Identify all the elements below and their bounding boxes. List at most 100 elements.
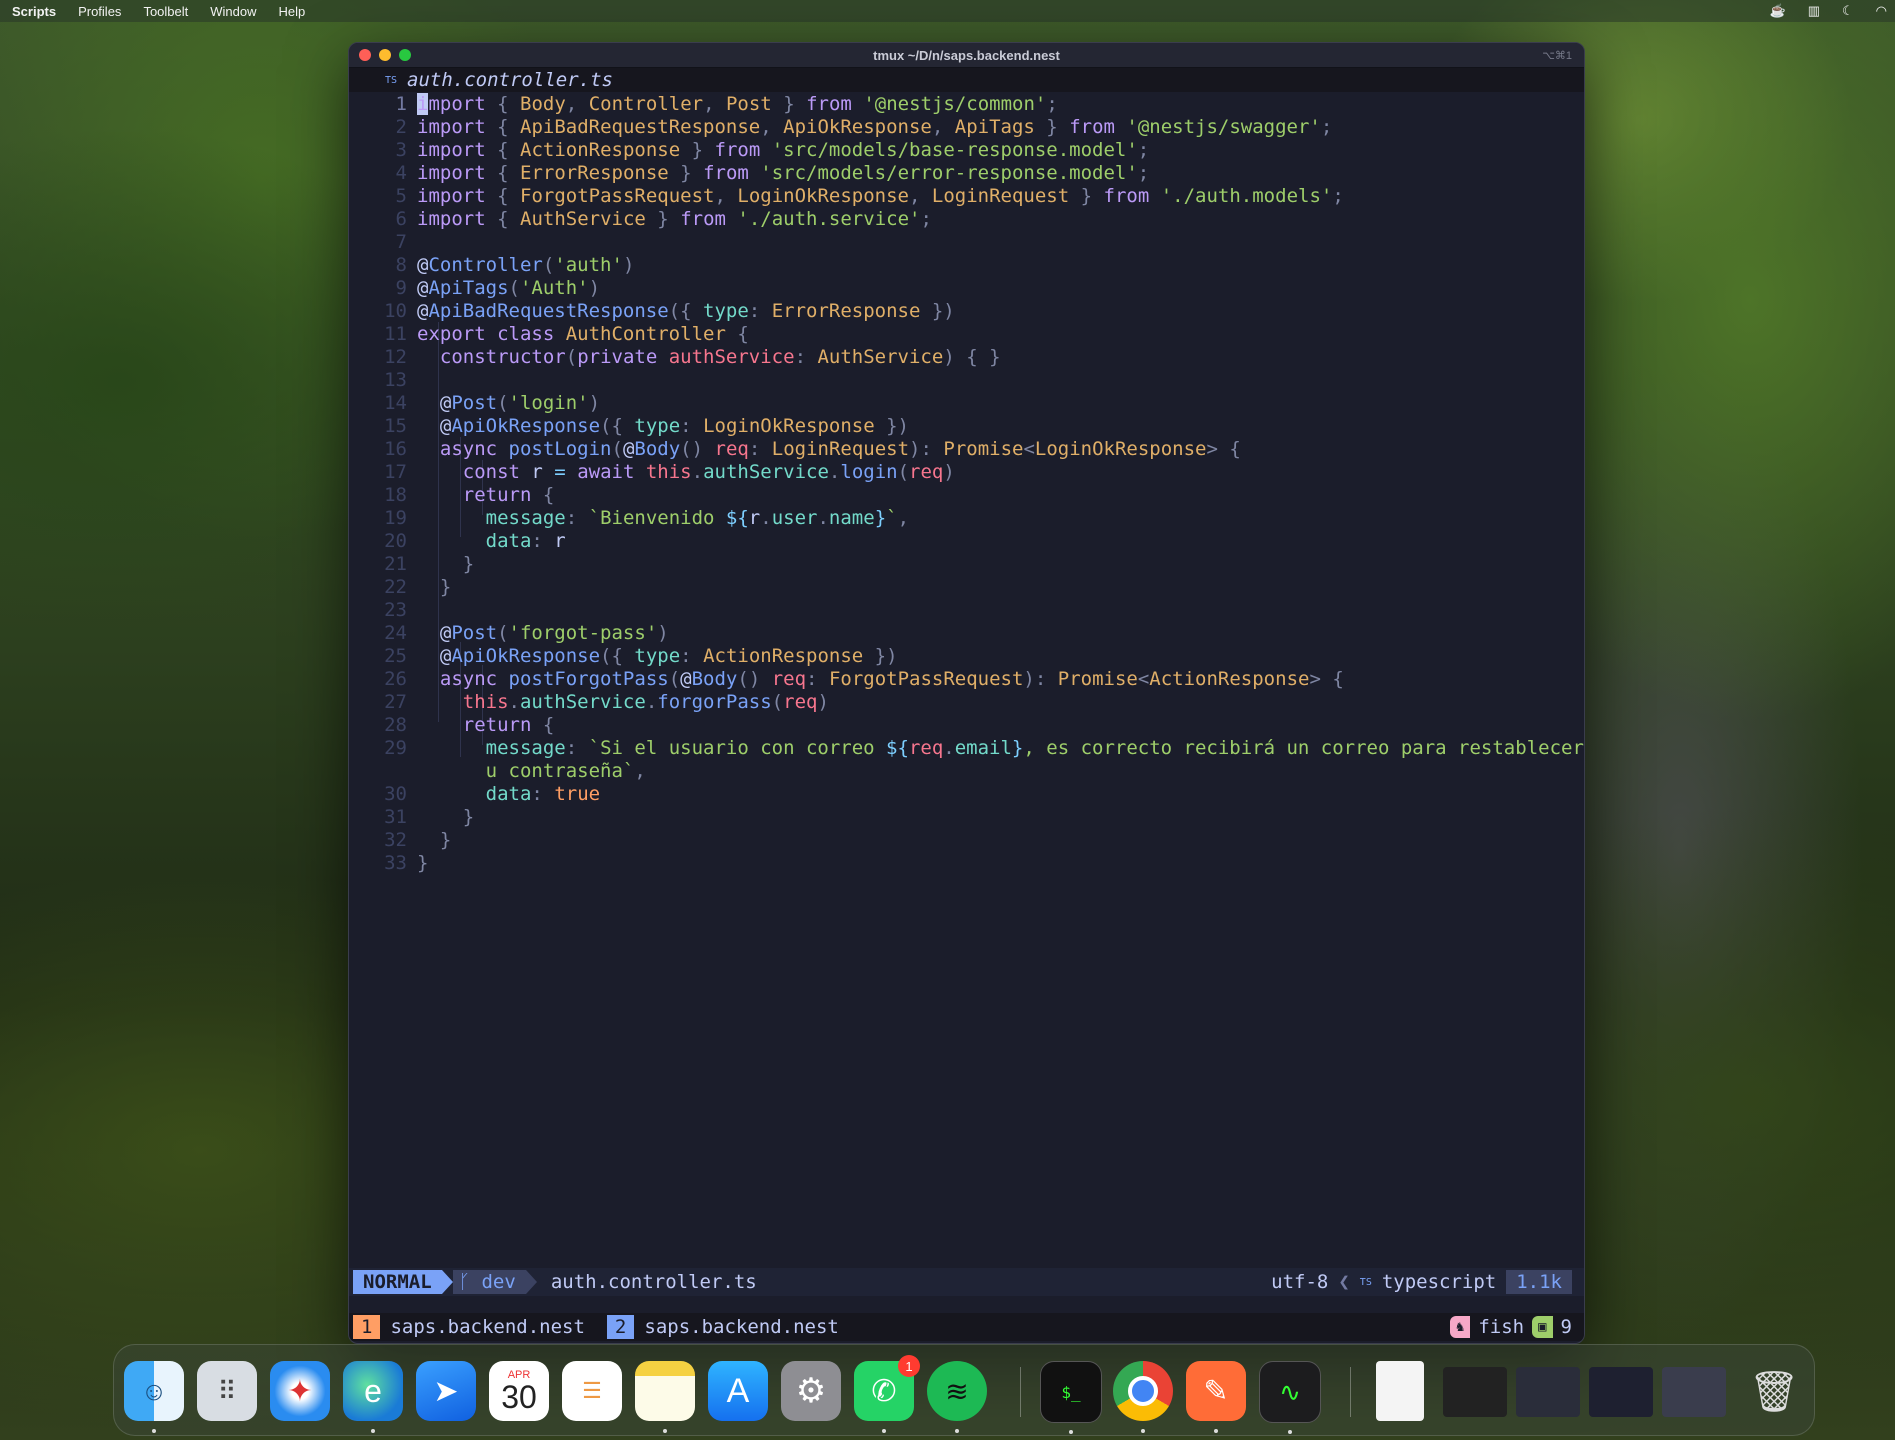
line-number: 7 — [395, 231, 407, 253]
app-store-icon[interactable]: A — [708, 1361, 768, 1421]
code-line: 25 @ApiOkResponse({ type: ActionResponse… — [349, 645, 1584, 668]
dock-separator — [1020, 1367, 1021, 1417]
window-name: saps.backend.nest — [390, 1316, 585, 1338]
spark-mail-icon[interactable]: ➤ — [416, 1361, 476, 1421]
code-line: 30 data: true — [349, 783, 1584, 806]
line-number: 16 — [384, 438, 407, 460]
minimized-window-thumbnail[interactable] — [1662, 1367, 1726, 1417]
line-number: 20 — [384, 530, 407, 552]
menu-bar: Scripts Profiles Toolbelt Window Help ☕ … — [0, 0, 1895, 22]
code-line: 16 async postLogin(@Body() req: LoginReq… — [349, 438, 1584, 461]
line-number: 23 — [384, 599, 407, 621]
code-line: 32 } — [349, 829, 1584, 852]
code-line: 31 } — [349, 806, 1584, 829]
tmux-statusbar: 1 saps.backend.nest 2 saps.backend.nest … — [349, 1313, 1584, 1341]
code-line: 20 data: r — [349, 530, 1584, 553]
moon-icon[interactable]: ☾ — [1842, 3, 1854, 19]
launchpad-icon[interactable]: ⠿ — [197, 1361, 257, 1421]
chrome-icon[interactable] — [1113, 1361, 1173, 1433]
line-number: 3 — [395, 139, 407, 161]
chevron-left-icon: ❮ — [1338, 1271, 1350, 1293]
line-number: 4 — [395, 162, 407, 184]
person-icon: ♞ — [1449, 1316, 1471, 1338]
line-number: 30 — [384, 783, 407, 805]
code-area[interactable]: 1 import { Body, Controller, Post } from … — [349, 92, 1584, 875]
safari-icon[interactable]: ✦ — [270, 1361, 330, 1421]
line-number: 19 — [384, 507, 407, 529]
postman-icon[interactable]: ✎ — [1186, 1361, 1246, 1433]
code-line: 9 @ApiTags('Auth') — [349, 277, 1584, 300]
code-line: 23 — [349, 599, 1584, 622]
code-line: 15 @ApiOkResponse({ type: LoginOkRespons… — [349, 415, 1584, 438]
calendar-icon[interactable]: APR 30 — [489, 1361, 549, 1421]
whatsapp-icon[interactable]: ✆ 1 — [854, 1355, 920, 1433]
window-name: saps.backend.nest — [644, 1316, 839, 1338]
line-number: 18 — [384, 484, 407, 506]
tmux-window-2[interactable]: 2 saps.backend.nest — [606, 1315, 849, 1339]
code-line: 19 message: `Bienvenido ${r.user.name}`, — [349, 507, 1584, 530]
line-number: 22 — [384, 576, 407, 598]
minimized-window-thumbnail[interactable] — [1516, 1367, 1580, 1417]
code-line: 12 constructor(private authService: Auth… — [349, 346, 1584, 369]
code-line: 33} — [349, 852, 1584, 875]
sidebar-icon[interactable]: ▥ — [1808, 3, 1820, 19]
spotify-icon[interactable]: ≋ — [927, 1361, 987, 1433]
menu-help[interactable]: Help — [268, 4, 317, 19]
line-number: 17 — [384, 461, 407, 483]
wifi-icon[interactable]: ◠ — [1876, 3, 1887, 19]
document-icon[interactable] — [1376, 1361, 1424, 1421]
pane-count: 9 — [1560, 1316, 1572, 1338]
vim-statusline: NORMAL ᚴ dev auth.controller.ts utf-8 ❮ … — [349, 1268, 1584, 1296]
status-filename: auth.controller.ts — [550, 1271, 757, 1293]
line-number: 15 — [384, 415, 407, 437]
buffer-tab[interactable]: auth.controller.ts — [407, 69, 613, 91]
activity-monitor-icon[interactable]: ∿ — [1259, 1361, 1321, 1434]
dock: ☺ ⠿ ✦ e ➤ APR 30 ☰ A ⚙ ✆ 1 ≋ $_ ✎ ∿ 🗑 — [113, 1344, 1815, 1436]
trash-icon[interactable]: 🗑 — [1744, 1361, 1804, 1421]
edge-icon[interactable]: e — [343, 1361, 403, 1433]
branch-icon: ᚴ — [458, 1271, 482, 1293]
line-number: 33 — [384, 852, 407, 874]
line-number: 24 — [384, 622, 407, 644]
code-line: 7 — [349, 231, 1584, 254]
code-line: 4 import { ErrorResponse } from 'src/mode… — [349, 162, 1584, 185]
code-line: 8 @Controller('auth') — [349, 254, 1584, 277]
code-line: 24 @Post('forgot-pass') — [349, 622, 1584, 645]
code-line: 2 import { ApiBadRequestResponse, ApiOkRe… — [349, 116, 1584, 139]
code-line: 28 return { — [349, 714, 1584, 737]
code-line: 10 @ApiBadRequestResponse({ type: ErrorRe… — [349, 300, 1584, 323]
calendar-day: 30 — [501, 1379, 537, 1415]
line-number: 31 — [384, 806, 407, 828]
minimized-window-thumbnail[interactable] — [1443, 1367, 1507, 1417]
shell-name: fish — [1478, 1316, 1525, 1338]
line-number: 2 — [395, 116, 407, 138]
window-index: 2 — [606, 1315, 635, 1339]
menu-profiles[interactable]: Profiles — [67, 4, 132, 19]
code-editor[interactable]: TS auth.controller.ts 1 import { Body, Co… — [349, 68, 1584, 875]
minimized-window-thumbnail[interactable] — [1589, 1367, 1653, 1417]
system-settings-icon[interactable]: ⚙ — [781, 1361, 841, 1421]
menu-scripts[interactable]: Scripts — [0, 4, 67, 19]
menu-toolbelt[interactable]: Toolbelt — [132, 4, 199, 19]
coffee-icon[interactable]: ☕ — [1770, 3, 1786, 19]
line-number: 9 — [395, 277, 407, 299]
terminal-app-icon[interactable]: $_ — [1040, 1361, 1102, 1434]
menu-window[interactable]: Window — [199, 4, 267, 19]
finder-icon[interactable]: ☺ — [124, 1361, 184, 1433]
git-branch: ᚴ dev — [452, 1270, 526, 1294]
mode-indicator: NORMAL — [353, 1270, 442, 1294]
title-bar: tmux ~/D/n/saps.backend.nest ⌥⌘1 — [349, 43, 1584, 68]
code-line: 1 import { Body, Controller, Post } from … — [349, 93, 1584, 116]
status-right: utf-8 ❮ TS typescript 1.1k — [1271, 1270, 1572, 1294]
code-line: 26 async postForgotPass(@Body() req: For… — [349, 668, 1584, 691]
line-number: 1 — [395, 93, 407, 115]
tmux-window-1[interactable]: 1 saps.backend.nest — [349, 1315, 595, 1339]
notification-badge: 1 — [898, 1355, 920, 1377]
dock-separator — [1350, 1367, 1351, 1417]
reminders-icon[interactable]: ☰ — [562, 1361, 622, 1421]
line-number: 28 — [384, 714, 407, 736]
notes-icon[interactable] — [635, 1361, 695, 1433]
line-number: 10 — [384, 300, 407, 322]
branch-name: dev — [481, 1271, 516, 1293]
line-number: 32 — [384, 829, 407, 851]
